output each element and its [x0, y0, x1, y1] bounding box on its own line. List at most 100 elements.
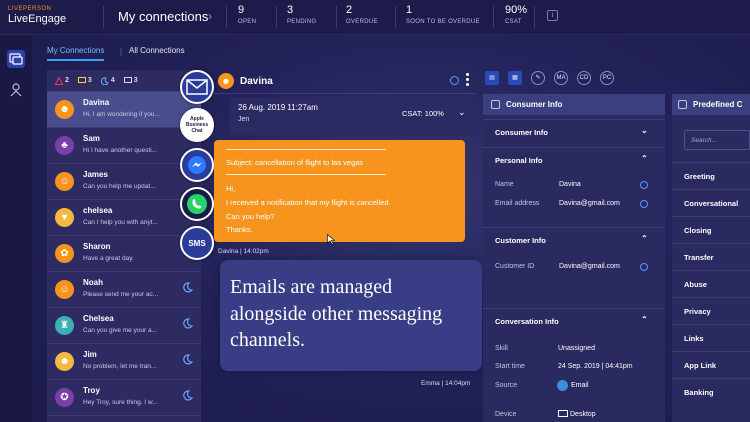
email-greeting: Hi,: [226, 184, 236, 193]
chevron-up-icon: ⌃: [641, 315, 648, 324]
avatar: ☻: [55, 100, 74, 119]
predefined-category-label: Privacy: [684, 307, 711, 316]
kpi-csat[interactable]: 90% CSAT: [505, 4, 527, 25]
conversation-item[interactable]: ♣ Sam Hi I have another questi...: [47, 128, 201, 164]
conversation-preview: Can I help you with anyt...: [83, 219, 158, 226]
field-value: 24 Sep. 2019 | 04:41pm: [558, 363, 633, 370]
status-counts: 2 3 4 3: [47, 70, 201, 92]
predefined-category-item[interactable]: Privacy: [672, 297, 750, 324]
chat-header-divider: [212, 93, 476, 94]
chat-count[interactable]: 3: [123, 76, 138, 85]
conversation-item[interactable]: ✪ Troy Hey Troy, sure thing. I w...: [47, 380, 201, 416]
conversation-list: 2 3 4 3 ☻ Davina Hi, I am wondering if you…: [47, 70, 201, 422]
whatsapp-icon: [180, 187, 214, 221]
more-options-icon[interactable]: [466, 73, 469, 88]
messenger-icon: [180, 148, 214, 182]
count-value: 3: [87, 77, 92, 84]
conversation-summary[interactable]: 26 Aug. 2019 11:27am Jen CSAT: 100% ⌄: [230, 97, 476, 135]
kpi-soon-overdue[interactable]: 1 SOON TO BE OVERDUE: [406, 4, 480, 25]
conversations-nav-icon[interactable]: [7, 50, 25, 68]
field-label: Skill: [495, 345, 508, 352]
field-value: Email: [571, 382, 589, 389]
conversation-item[interactable]: ☺ James Can you help me updat...: [47, 164, 201, 200]
predefined-category-item[interactable]: Links: [672, 324, 750, 351]
kpi-open[interactable]: 9 OPEN: [238, 4, 256, 25]
predefined-search-input[interactable]: Search...: [684, 130, 750, 150]
section-customer-info[interactable]: Customer Info ⌃: [483, 227, 665, 252]
tab-my-connections[interactable]: My Connections: [47, 46, 105, 61]
conversation-item[interactable]: ☻ Davina Hi, I am wondering if you...: [47, 92, 201, 128]
consumer-info-toggle-icon[interactable]: ▤: [485, 71, 499, 85]
section-consumer-info[interactable]: Consumer Info ⌄: [483, 119, 665, 144]
avatar: ☻: [218, 73, 234, 89]
avatar: ☺: [55, 280, 74, 299]
info-icon[interactable]: i: [547, 10, 558, 21]
feature-callout: Emails are managed alongside other messa…: [220, 260, 482, 371]
tab-separator: |: [120, 47, 123, 56]
page-title: My connections: [118, 9, 209, 24]
check-circle-icon: [640, 200, 648, 208]
panel-title: Predefined C: [693, 100, 743, 109]
predefined-category-label: Abuse: [684, 280, 707, 289]
predefined-category-item[interactable]: Closing: [672, 216, 750, 243]
chevron-right-icon[interactable]: ›: [208, 9, 212, 23]
predefined-category-label: Conversational: [684, 199, 739, 208]
predefined-category-item[interactable]: Greeting: [672, 162, 750, 189]
message-count[interactable]: 3: [77, 76, 92, 85]
brand-name: LiveEngage: [8, 13, 67, 25]
predefined-content-toggle-icon[interactable]: ▦: [508, 71, 522, 85]
chevron-down-icon: ⌄: [641, 126, 648, 135]
conversation-item[interactable]: ☺ Noah Please send me your ac...: [47, 272, 201, 308]
edit-icon[interactable]: ✎: [531, 71, 545, 85]
avatar: ♣: [55, 136, 74, 155]
conversation-item[interactable]: ♜ Chelsea Can you give me your a...: [47, 308, 201, 344]
away-count[interactable]: 4: [100, 76, 115, 85]
section-personal-info[interactable]: Personal Info ⌃: [483, 147, 665, 172]
conversation-name: Noah: [83, 278, 103, 287]
alert-icon: [55, 76, 63, 85]
conversation-item[interactable]: ☻ Jim No problem, let me tran...: [47, 344, 201, 380]
conversation-preview: Hi I have another questi...: [83, 147, 158, 154]
consumer-info-icon: [491, 100, 500, 109]
field-value: Davina: [559, 181, 581, 188]
email-subject: Subject: cancellation of flight to las v…: [226, 158, 364, 167]
conversation-name: Chelsea: [83, 314, 114, 323]
tab-all-connections[interactable]: All Connections: [129, 46, 185, 59]
email-message-bubble: Subject: cancellation of flight to las v…: [214, 140, 465, 242]
consumer-info-panel: Consumer Info Consumer Info ⌄ Personal I…: [483, 94, 665, 422]
conversation-item[interactable]: ✿ Sharon Have a great day.: [47, 236, 201, 272]
predefined-category-label: Closing: [684, 226, 712, 235]
kpi-label: CSAT: [505, 19, 522, 25]
predefined-category-item[interactable]: Transfer: [672, 243, 750, 270]
kpi-overdue[interactable]: 2 OVERDUE: [346, 4, 378, 25]
avatar: ☻: [55, 352, 74, 371]
kpi-value: 3: [287, 4, 294, 16]
conversation-preview: Please send me your ac...: [83, 291, 159, 298]
divider: [103, 6, 104, 28]
mouse-cursor-icon: [327, 234, 335, 245]
predefined-category-item[interactable]: App Link: [672, 351, 750, 378]
predefined-category-item[interactable]: Conversational: [672, 189, 750, 216]
kpi-label: PENDING: [287, 19, 317, 25]
field-label: Email address: [495, 200, 540, 207]
kpi-pending[interactable]: 3 PENDING: [287, 4, 316, 25]
toolbar-ma[interactable]: MA: [554, 71, 568, 85]
conversation-item[interactable]: ♥ chelsea Can I help you with anyt...: [47, 200, 201, 236]
toolbar-cd[interactable]: CD: [577, 71, 591, 85]
conversation-name: Davina: [83, 98, 110, 107]
toolbar-pc[interactable]: PC: [600, 71, 614, 85]
field-label: Customer ID: [495, 263, 535, 270]
divider: [226, 174, 386, 175]
predefined-category-item[interactable]: Banking: [672, 378, 750, 405]
kpi-label: OVERDUE: [346, 19, 378, 25]
section-conversation-info[interactable]: Conversation Info ⌃: [483, 308, 665, 333]
conversation-preview: Can you help me updat...: [83, 183, 156, 190]
divider: [534, 6, 535, 28]
agent-nav-icon[interactable]: [7, 81, 25, 99]
avatar: ✪: [55, 388, 74, 407]
panel-header: Predefined C: [672, 94, 750, 115]
chevron-down-icon[interactable]: ⌄: [458, 107, 466, 118]
section-title: Conversation Info: [495, 317, 559, 326]
alert-count[interactable]: 2: [55, 76, 69, 85]
predefined-category-item[interactable]: Abuse: [672, 270, 750, 297]
